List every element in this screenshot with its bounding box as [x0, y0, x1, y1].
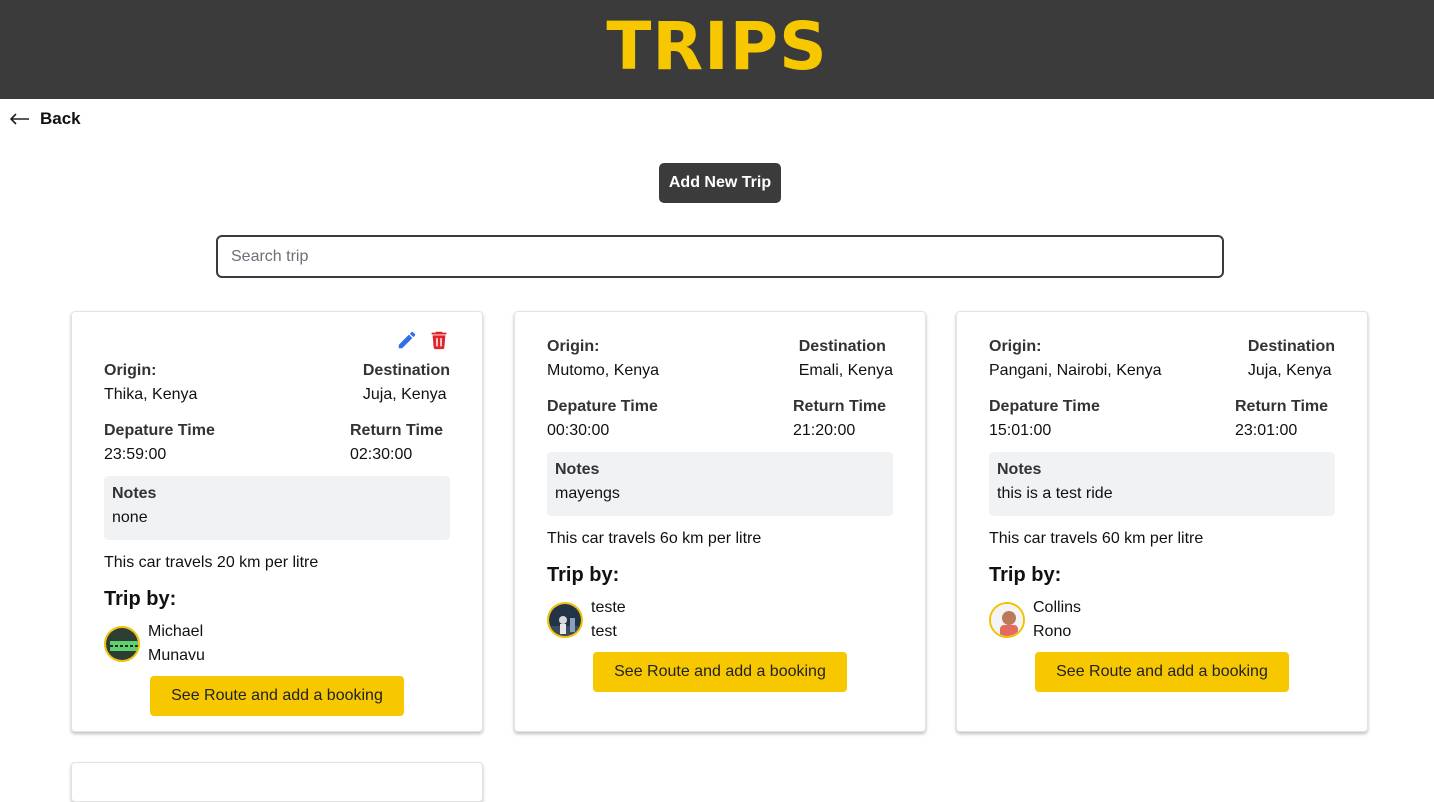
driver-info: Michael Munavu: [104, 620, 450, 668]
destination-label: Destination: [798, 338, 886, 355]
return-value: 21:20:00: [793, 422, 856, 439]
trip-card: Origin: Thika, Kenya Destination Juja, K…: [71, 311, 483, 732]
return-value: 02:30:00: [350, 446, 413, 463]
destination-value: Juja, Kenya: [1247, 362, 1332, 379]
avatar: [989, 602, 1025, 638]
page-title: TRIPS: [606, 8, 828, 85]
see-route-button[interactable]: See Route and add a booking: [150, 676, 404, 716]
departure-label: Depature Time: [989, 398, 1100, 415]
trip-card: Origin: Pangani, Nairobi, Kenya Destinat…: [956, 311, 1368, 732]
driver-last-name: Rono: [1033, 623, 1072, 640]
notes-box: Notes mayengs: [547, 452, 893, 516]
see-route-button[interactable]: See Route and add a booking: [1035, 652, 1289, 692]
notes-value: none: [112, 509, 148, 526]
notes-value: mayengs: [555, 485, 620, 502]
driver-first-name: teste: [591, 599, 626, 616]
trash-icon[interactable]: [428, 328, 450, 352]
trip-by-label: Trip by:: [104, 588, 177, 610]
origin-value: Pangani, Nairobi, Kenya: [989, 362, 1162, 379]
notes-value: this is a test ride: [997, 485, 1113, 502]
origin-label: Origin:: [104, 362, 157, 379]
departure-label: Depature Time: [104, 422, 215, 439]
trip-card: [71, 762, 483, 802]
avatar: [104, 626, 140, 662]
return-value: 23:01:00: [1235, 422, 1298, 439]
return-label: Return Time: [350, 422, 444, 439]
add-trip-button[interactable]: Add New Trip: [659, 163, 781, 203]
notes-label: Notes: [997, 461, 1042, 478]
mileage-text: This car travels 60 km per litre: [989, 530, 1204, 547]
return-label: Return Time: [1235, 398, 1329, 415]
driver-info: Collins Rono: [989, 596, 1335, 644]
notes-label: Notes: [555, 461, 600, 478]
back-label: Back: [40, 109, 81, 128]
driver-first-name: Michael: [148, 623, 204, 640]
pencil-icon[interactable]: [396, 328, 418, 352]
search-input[interactable]: [216, 235, 1224, 278]
origin-value: Thika, Kenya: [104, 386, 198, 403]
destination-value: Juja, Kenya: [362, 386, 447, 403]
destination-value: Emali, Kenya: [798, 362, 893, 379]
departure-label: Depature Time: [547, 398, 658, 415]
departure-value: 15:01:00: [989, 422, 1052, 439]
notes-box: Notes none: [104, 476, 450, 540]
origin-value: Mutomo, Kenya: [547, 362, 660, 379]
return-label: Return Time: [793, 398, 887, 415]
back-link[interactable]: Back: [10, 108, 81, 130]
driver-last-name: test: [591, 623, 617, 640]
trip-card: Origin: Mutomo, Kenya Destination Emali,…: [514, 311, 926, 732]
trip-by-label: Trip by:: [547, 564, 620, 586]
driver-first-name: Collins: [1033, 599, 1082, 616]
destination-label: Destination: [362, 362, 450, 379]
driver-info: teste test: [547, 596, 893, 644]
notes-label: Notes: [112, 485, 157, 502]
see-route-button[interactable]: See Route and add a booking: [593, 652, 847, 692]
mileage-text: This car travels 6o km per litre: [547, 530, 762, 547]
mileage-text: This car travels 20 km per litre: [104, 554, 319, 571]
header-bar: TRIPS: [0, 0, 1434, 99]
notes-box: Notes this is a test ride: [989, 452, 1335, 516]
avatar: [547, 602, 583, 638]
trip-by-label: Trip by:: [989, 564, 1062, 586]
driver-last-name: Munavu: [148, 647, 205, 664]
departure-value: 23:59:00: [104, 446, 167, 463]
origin-label: Origin:: [989, 338, 1042, 355]
departure-value: 00:30:00: [547, 422, 610, 439]
card-actions: [396, 328, 450, 352]
arrow-left-icon: [10, 113, 29, 125]
destination-label: Destination: [1247, 338, 1335, 355]
origin-label: Origin:: [547, 338, 600, 355]
